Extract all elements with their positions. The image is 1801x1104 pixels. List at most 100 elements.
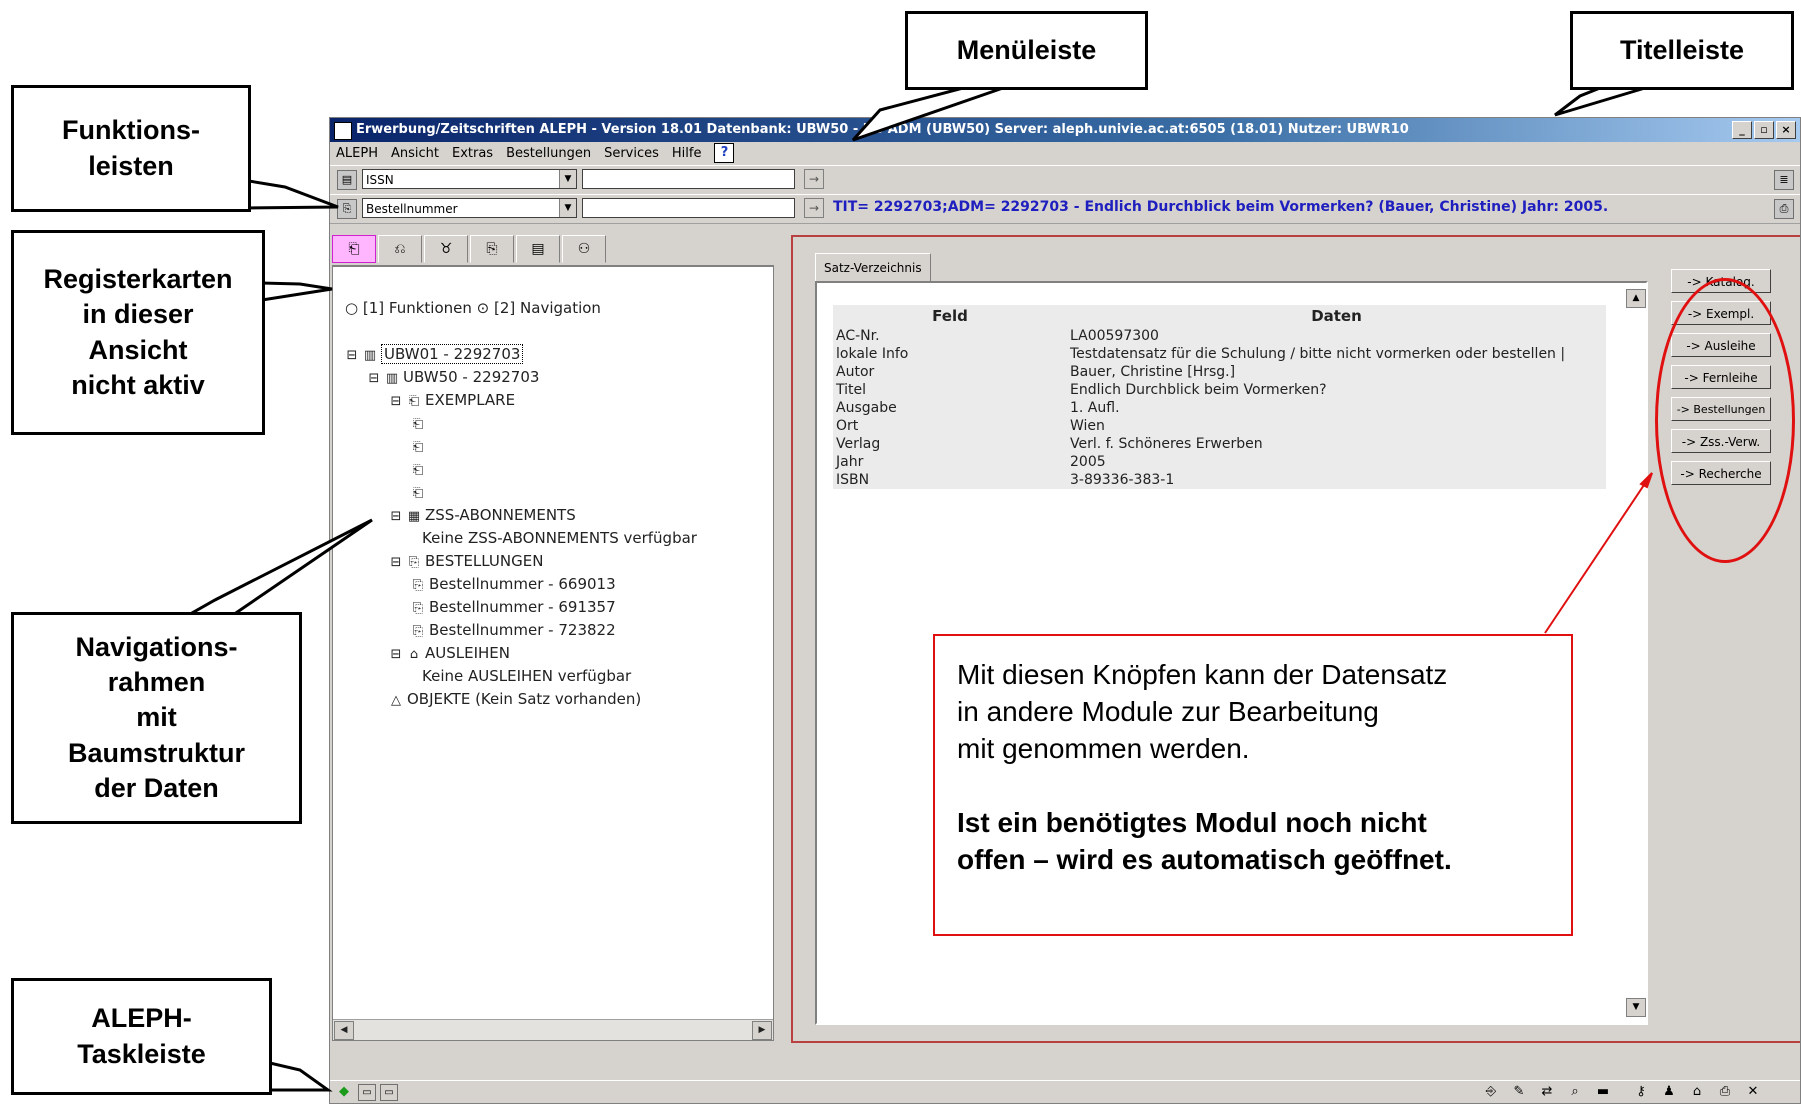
task-window-icon[interactable]: ▭ <box>358 1084 376 1101</box>
close-button[interactable]: × <box>1776 121 1796 139</box>
chevron-down-icon[interactable]: ▼ <box>559 170 576 188</box>
tab-functions[interactable]: ⎗ <box>332 235 376 263</box>
tree-item[interactable]: ⎘ Bestellnummer - 669013 <box>411 575 616 593</box>
start-icon[interactable]: ◆ <box>336 1084 352 1099</box>
radio-functions-icon[interactable]: ○ <box>345 299 358 317</box>
tree-item[interactable]: ⎗ <box>411 460 429 478</box>
tree-collapse-icon[interactable]: ⊟ <box>367 371 381 386</box>
table-row[interactable]: Ort Wien <box>833 417 1606 435</box>
table-row[interactable]: Verlag Verl. f. Schöneres Erwerben <box>833 435 1606 453</box>
tree-item[interactable]: ⎘ Bestellnummer - 723822 <box>411 621 616 639</box>
horizontal-scrollbar[interactable]: ◀ ▶ <box>333 1019 773 1040</box>
tree-item[interactable]: ⊟ ⌂ AUSLEIHEN <box>389 644 510 662</box>
fernleihe-button[interactable]: -> Fernleihe <box>1671 365 1771 389</box>
menu-aleph[interactable]: ALEPH <box>336 146 378 161</box>
menu-hilfe[interactable]: Hilfe <box>672 146 702 161</box>
table-row[interactable]: lokale Info Testdatensatz für die Schulun… <box>833 345 1606 363</box>
print-icon[interactable]: ⎙ <box>1716 1084 1734 1099</box>
vertical-scrollbar[interactable]: ▲ ▼ <box>1626 289 1646 1017</box>
table-row[interactable]: ISBN 3-89336-383-1 <box>833 471 1606 489</box>
order-number-input[interactable] <box>582 198 795 218</box>
order-type-select[interactable]: Bestellnummer ▼ <box>362 198 577 218</box>
minimize-button[interactable]: _ <box>1732 121 1752 139</box>
katalog-button[interactable]: -> Katalog. <box>1671 269 1771 293</box>
tree-item[interactable]: ⊟ ▥ UBW01 - 2292703 <box>345 344 524 364</box>
tab-orders[interactable]: ⎘ <box>470 235 514 263</box>
home-icon[interactable]: ⌂ <box>1688 1084 1706 1099</box>
help-icon[interactable]: ? <box>714 143 735 163</box>
go-arrow-icon[interactable]: → <box>804 169 824 189</box>
tree-item[interactable]: △ OBJEKTE (Kein Satz vorhanden) <box>389 690 641 708</box>
go-arrow-icon[interactable]: → <box>804 198 824 218</box>
table-row[interactable]: Autor Bauer, Christine [Hrsg.] <box>833 363 1606 381</box>
key-icon[interactable]: ⚷ <box>1632 1084 1650 1099</box>
connect-icon[interactable]: ⇄ <box>1538 1084 1556 1099</box>
titelleiste-pointer <box>1554 86 1646 117</box>
tree-item[interactable]: ⊟ ▥ UBW50 - 2292703 <box>367 368 540 386</box>
exempl-button[interactable]: -> Exempl. <box>1671 301 1771 325</box>
aleph-window: Erwerbung/Zeitschriften ALEPH - Version … <box>329 117 1801 1104</box>
menu-bestellungen[interactable]: Bestellungen <box>506 146 591 161</box>
scroll-down-icon[interactable]: ▼ <box>1626 998 1646 1017</box>
user-icon[interactable]: ♟ <box>1660 1084 1678 1099</box>
tree-item[interactable]: ⊟ ⎘ BESTELLUNGEN <box>389 552 544 570</box>
tree-collapse-icon[interactable]: ⊟ <box>389 394 403 409</box>
record-icon[interactable]: ⎙ <box>1774 199 1794 219</box>
menu-extras[interactable]: Extras <box>452 146 493 161</box>
window-icon[interactable]: ▬ <box>1594 1084 1612 1099</box>
callout-funktionsleisten: Funktions- leisten <box>11 85 251 212</box>
search-type-select[interactable]: ISSN ▼ <box>362 169 577 189</box>
tab-search[interactable]: ⚇ <box>562 235 606 263</box>
tree-node-icon: ⎗ <box>412 463 424 478</box>
table-row[interactable]: Titel Endlich Durchblick beim Vormerken? <box>833 381 1606 399</box>
task-window-icon[interactable]: ▭ <box>380 1084 398 1101</box>
window-controls: _ ▫ × <box>1732 121 1796 139</box>
scroll-left-icon[interactable]: ◀ <box>334 1021 354 1040</box>
table-row[interactable]: Ausgabe 1. Aufl. <box>833 399 1606 417</box>
bestellungen-button[interactable]: -> Bestellungen <box>1671 397 1771 421</box>
tree-item[interactable]: ⎗ <box>411 437 429 455</box>
network-icon[interactable]: ⎆ <box>1482 1084 1500 1099</box>
radio-navigation-icon[interactable]: ⊙ <box>477 299 490 317</box>
table-row[interactable]: Jahr 2005 <box>833 453 1606 471</box>
tree-item[interactable]: ⎗ <box>411 414 429 432</box>
recherche-button[interactable]: -> Recherche <box>1671 461 1771 485</box>
tree-collapse-icon[interactable]: ⊟ <box>389 647 403 662</box>
tree-node-icon: ▥ <box>385 371 399 386</box>
table-row[interactable]: AC-Nr. LA00597300 <box>833 327 1606 345</box>
callout-text: Menüleiste <box>956 34 1097 65</box>
data-cell: 2005 <box>1070 454 1106 470</box>
radio-navigation-label[interactable]: [2] Navigation <box>494 299 601 317</box>
tab-satz-verzeichnis[interactable]: Satz-Verzeichnis <box>815 253 931 283</box>
funktionsleisten-pointer <box>241 178 339 210</box>
tree-item[interactable]: ⊟ ▦ ZSS-ABONNEMENTS <box>389 506 576 524</box>
issn-input[interactable] <box>582 169 795 189</box>
title-bar[interactable]: Erwerbung/Zeitschriften ALEPH - Version … <box>330 118 1800 142</box>
zss-verw-button[interactable]: -> Zss.-Verw. <box>1671 429 1771 453</box>
tree-collapse-icon[interactable]: ⊟ <box>389 555 403 570</box>
edit-icon[interactable]: ✎ <box>1510 1084 1528 1099</box>
search-icon[interactable]: ⌕ <box>1566 1084 1584 1099</box>
tab-budget[interactable]: ▤ <box>516 235 560 263</box>
maximize-button[interactable]: ▫ <box>1754 121 1774 139</box>
menu-services[interactable]: Services <box>604 146 659 161</box>
list-icon[interactable]: ≣ <box>1774 170 1794 190</box>
tree-collapse-icon[interactable]: ⊟ <box>345 348 359 363</box>
tab-person[interactable]: ⎌ <box>378 235 422 263</box>
tab-vendor[interactable]: ♉ <box>424 235 468 263</box>
menu-ansicht[interactable]: Ansicht <box>391 146 439 161</box>
tree-item[interactable]: Keine ZSS-ABONNEMENTS verfügbar <box>422 529 697 547</box>
tree-item[interactable]: ⊟ ⎗ EXEMPLARE <box>389 391 516 409</box>
chevron-down-icon[interactable]: ▼ <box>559 199 576 217</box>
ausleihe-button[interactable]: -> Ausleihe <box>1671 333 1771 357</box>
tree-item[interactable]: ⎗ <box>411 483 429 501</box>
field-cell: Ort <box>836 418 859 434</box>
scroll-right-icon[interactable]: ▶ <box>752 1021 772 1040</box>
tree-collapse-icon[interactable]: ⊟ <box>389 509 403 524</box>
scroll-up-icon[interactable]: ▲ <box>1626 289 1646 308</box>
exit-icon[interactable]: ✕ <box>1744 1084 1762 1099</box>
tree-item[interactable]: ⎘ Bestellnummer - 691357 <box>411 598 616 616</box>
tree-item[interactable]: Keine AUSLEIHEN verfügbar <box>422 667 631 685</box>
radio-functions-label[interactable]: [1] Funktionen <box>363 299 472 317</box>
tree-item-label: OBJEKTE (Kein Satz vorhanden) <box>407 690 642 708</box>
